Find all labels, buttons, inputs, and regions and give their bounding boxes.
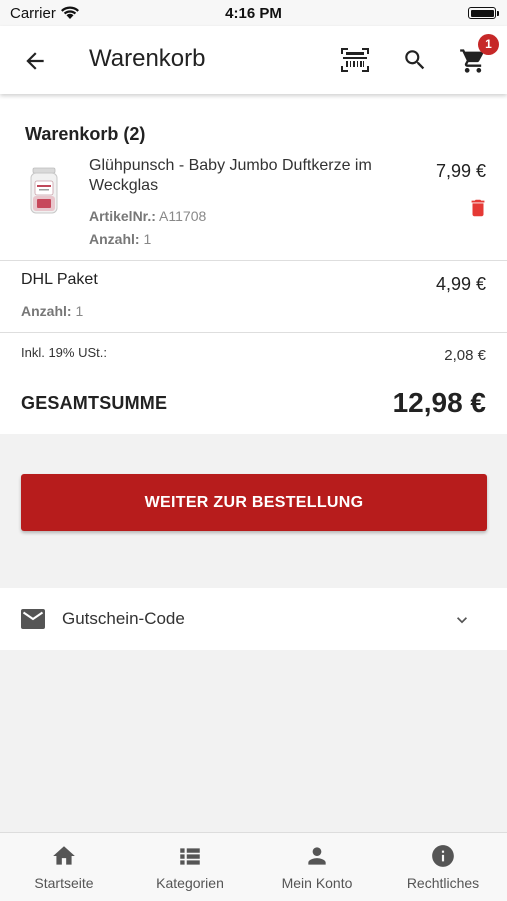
search-icon[interactable] — [402, 47, 428, 73]
tab-label: Startseite — [34, 875, 94, 891]
article-number-value: A11708 — [159, 208, 207, 224]
product-quantity-value: 1 — [143, 231, 152, 247]
home-icon — [53, 846, 75, 865]
shipping-name: DHL Paket — [21, 271, 98, 288]
info-icon — [432, 845, 454, 867]
shipping-quantity-value: 1 — [75, 303, 84, 319]
checkout-button[interactable]: WEITER ZUR BESTELLUNG — [21, 474, 487, 531]
product-image[interactable] — [22, 166, 66, 216]
product-quantity-label: Anzahl: — [89, 231, 140, 247]
divider — [0, 260, 507, 261]
shipping-quantity: Anzahl: 1 — [21, 303, 83, 319]
divider — [0, 332, 507, 333]
page-title: Warenkorb — [89, 45, 206, 72]
battery-icon — [468, 7, 496, 19]
shipping-price: 4,99 € — [435, 274, 486, 294]
cart-count-badge: 1 — [478, 34, 499, 55]
voucher-code-label: Gutschein-Code — [62, 609, 185, 628]
clock: 4:16 PM — [225, 5, 282, 22]
cart-panel: Warenkorb (2) Glühpunsch - Baby Jumbo Du… — [0, 94, 507, 434]
person-icon — [308, 847, 326, 865]
back-arrow-icon[interactable] — [22, 48, 48, 74]
product-name[interactable]: Glühpunsch - Baby Jumbo Duftkerze im Wec… — [89, 156, 409, 196]
cart-heading: Warenkorb (2) — [25, 124, 146, 144]
tax-value: 2,08 € — [444, 347, 486, 364]
voucher-code-row[interactable]: Gutschein-Code — [0, 588, 507, 650]
status-bar: Carrier 4:16 PM — [0, 0, 507, 26]
tab-startseite[interactable]: Startseite — [1, 833, 127, 901]
battery-tip — [497, 11, 499, 16]
article-number: ArtikelNr.: A11708 — [89, 208, 206, 224]
product-quantity: Anzahl: 1 — [89, 231, 151, 247]
tab-label: Rechtliches — [406, 875, 480, 891]
app-bar: Warenkorb 1 — [0, 26, 507, 94]
product-price: 7,99 € — [435, 161, 486, 181]
total-value: 12,98 € — [392, 387, 486, 418]
total-label: GESAMTSUMME — [21, 393, 168, 413]
article-number-label: ArtikelNr.: — [89, 208, 156, 224]
mail-icon — [21, 609, 45, 629]
chevron-down-icon[interactable] — [452, 610, 472, 630]
tab-mein-konto[interactable]: Mein Konto — [254, 833, 380, 901]
tax-label: Inkl. 19% USt.: — [21, 345, 107, 360]
tab-label: Mein Konto — [281, 875, 353, 891]
barcode-scan-icon[interactable] — [340, 46, 370, 74]
shipping-quantity-label: Anzahl: — [21, 303, 72, 319]
tab-label: Kategorien — [156, 875, 224, 891]
list-icon — [180, 848, 200, 865]
tab-rechtliches[interactable]: Rechtliches — [380, 833, 506, 901]
tab-kategorien[interactable]: Kategorien — [127, 833, 253, 901]
trash-icon[interactable] — [467, 196, 489, 220]
bottom-tab-bar: Startseite Kategorien Mein Konto Rechtli… — [0, 832, 507, 901]
